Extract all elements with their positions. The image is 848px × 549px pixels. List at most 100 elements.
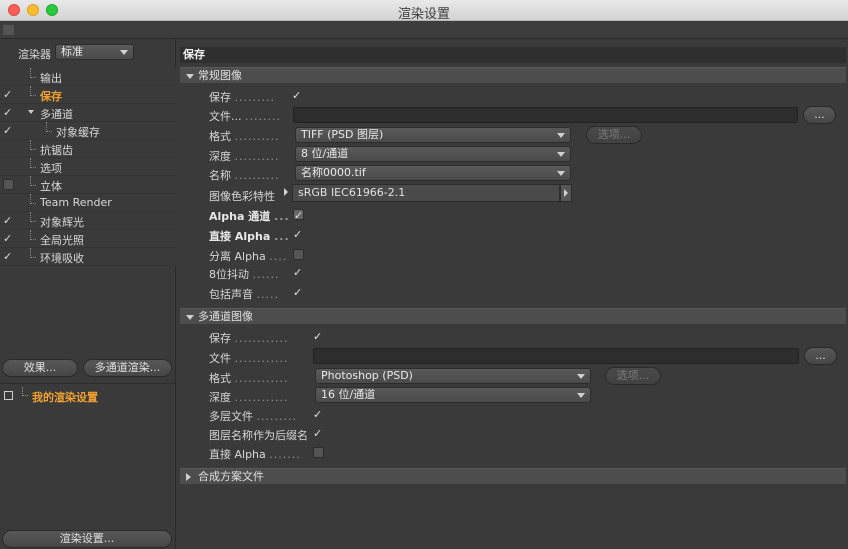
section-composite-file[interactable]: 合成方案文件 <box>180 468 846 484</box>
section-label: 多通道图像 <box>198 310 253 323</box>
multipass-depth-dropdown[interactable]: 16 位/通道 <box>315 387 591 403</box>
regular-save-checkbox[interactable]: ✓ <box>292 90 303 101</box>
multipass-file-input[interactable] <box>313 348 799 364</box>
renderer-label: 渲染器 <box>18 48 51 61</box>
tree-item-label: 保存 <box>40 90 62 103</box>
regular-depth-dropdown[interactable]: 8 位/通道 <box>295 146 571 162</box>
tree-item-label: 环境吸收 <box>40 252 84 265</box>
checkbox-empty[interactable] <box>3 179 14 190</box>
tool-strip <box>0 21 848 39</box>
multipass-save-checkbox[interactable]: ✓ <box>313 331 324 342</box>
section-label: 常规图像 <box>198 69 242 82</box>
regular-separate-alpha-checkbox[interactable] <box>293 249 304 260</box>
render-settings-button[interactable]: 渲染设置... <box>2 530 172 548</box>
regular-alpha-label: Alpha 通道 ... <box>209 210 290 223</box>
regular-format-value: TIFF (PSD 图层) <box>301 128 384 141</box>
regular-sound-checkbox[interactable]: ✓ <box>293 287 304 298</box>
tree-item-antialiasing[interactable]: 抗锯齿 <box>0 140 176 158</box>
regular-profile-label: 图像色彩特性 <box>209 190 275 203</box>
checkmark-icon[interactable]: ✓ <box>3 233 14 244</box>
regular-straight-alpha-label: 直接 Alpha ... <box>209 230 290 243</box>
regular-name-value: 名称0000.tif <box>301 166 366 179</box>
multipass-options-button[interactable]: 选项... <box>605 367 661 385</box>
multipass-render-button[interactable]: 多通道渲染... <box>83 359 172 377</box>
panel-title: 保存 <box>180 47 846 63</box>
multipass-straight-alpha-label: 直接 Alpha ....... <box>209 448 301 461</box>
title-bar: 渲染设置 <box>0 0 848 22</box>
tree-item-multipass[interactable]: ✓ 多通道 <box>0 104 176 122</box>
regular-file-input[interactable] <box>293 107 798 123</box>
multipass-straight-alpha-checkbox[interactable] <box>313 447 324 458</box>
tree-item-global-illumination[interactable]: ✓ 全局光照 <box>0 230 176 248</box>
multipass-save-label: 保存 ............ <box>209 332 289 345</box>
regular-options-button[interactable]: 选项... <box>586 126 642 144</box>
settings-tree: 输出 ✓ 保存 ✓ 多通道 ✓ 对象缓存 抗锯齿 选项 立体 Team Rend… <box>0 68 176 266</box>
tree-item-team-render[interactable]: Team Render <box>0 194 176 212</box>
multipass-depth-label: 深度 ............ <box>209 391 289 404</box>
tree-item-save[interactable]: ✓ 保存 <box>0 86 176 104</box>
regular-format-dropdown[interactable]: TIFF (PSD 图层) <box>295 127 571 143</box>
multipass-suffix-label: 图层名称作为后缀名 <box>209 429 308 442</box>
tree-item-object-glow[interactable]: ✓ 对象辉光 <box>0 212 176 230</box>
tree-item-ambient-occlusion[interactable]: ✓ 环境吸收 <box>0 248 176 266</box>
tree-item-output[interactable]: 输出 <box>0 68 176 86</box>
grip-icon[interactable] <box>3 25 14 35</box>
render-setting-item[interactable]: 我的渲染设置 <box>0 387 176 405</box>
expand-triangle-icon[interactable] <box>28 110 34 114</box>
regular-sound-label: 包括声音 ..... <box>209 288 279 301</box>
regular-browse-button[interactable]: ... <box>803 106 836 124</box>
multipass-browse-button[interactable]: ... <box>804 347 837 365</box>
regular-profile-value: sRGB IEC61966-2.1 <box>298 186 406 199</box>
tree-item-label: 多通道 <box>40 108 73 121</box>
tree-item-label: 立体 <box>40 180 62 193</box>
regular-profile-field[interactable]: sRGB IEC61966-2.1 <box>292 184 560 202</box>
regular-name-dropdown[interactable]: 名称0000.tif <box>295 165 571 181</box>
regular-alpha-checkbox[interactable]: ✓ <box>293 209 304 221</box>
chevron-down-icon <box>120 50 128 55</box>
render-setting-icon <box>4 391 13 400</box>
regular-name-label: 名称 .......... <box>209 169 280 182</box>
tree-item-label: Team Render <box>40 196 112 209</box>
regular-depth-label: 深度 .......... <box>209 150 280 163</box>
regular-dither-label: 8位抖动 ...... <box>209 268 280 281</box>
section-regular-image[interactable]: 常规图像 <box>180 67 846 83</box>
collapse-triangle-icon <box>186 473 191 481</box>
renderer-dropdown[interactable]: 标准 <box>55 44 134 60</box>
tree-item-label: 输出 <box>40 72 62 85</box>
expand-triangle-icon <box>186 315 194 320</box>
render-setting-list: 我的渲染设置 <box>0 383 176 547</box>
checkmark-icon[interactable]: ✓ <box>3 89 14 100</box>
multipass-suffix-checkbox[interactable]: ✓ <box>313 428 324 439</box>
multipass-file-label: 文件 ............ <box>209 352 289 365</box>
regular-save-label: 保存 ......... <box>209 91 275 104</box>
checkmark-icon[interactable]: ✓ <box>3 215 14 226</box>
multipass-layered-checkbox[interactable]: ✓ <box>313 409 324 420</box>
chevron-down-icon <box>557 171 565 176</box>
tree-item-object-buffer[interactable]: ✓ 对象缓存 <box>0 122 176 140</box>
regular-straight-alpha-checkbox[interactable]: ✓ <box>293 229 304 240</box>
regular-depth-value: 8 位/通道 <box>301 147 349 160</box>
multipass-format-label: 格式 ............ <box>209 372 289 385</box>
regular-dither-checkbox[interactable]: ✓ <box>293 267 304 278</box>
multipass-format-dropdown[interactable]: Photoshop (PSD) <box>315 368 591 384</box>
tree-item-options[interactable]: 选项 <box>0 158 176 176</box>
tree-item-stereo[interactable]: 立体 <box>0 176 176 194</box>
checkmark-icon[interactable]: ✓ <box>3 107 14 118</box>
profile-menu-button[interactable] <box>560 184 572 202</box>
effects-button[interactable]: 效果... <box>2 359 78 377</box>
tree-item-label: 全局光照 <box>40 234 84 247</box>
section-label: 合成方案文件 <box>198 470 264 483</box>
checkmark-icon[interactable]: ✓ <box>3 251 14 262</box>
tree-item-label: 对象缓存 <box>56 126 100 139</box>
multipass-depth-value: 16 位/通道 <box>321 388 376 401</box>
regular-file-label: 文件... ........ <box>209 110 281 123</box>
chevron-right-icon <box>564 189 568 197</box>
renderer-value: 标准 <box>61 45 83 58</box>
checkmark-icon[interactable]: ✓ <box>3 125 14 136</box>
tree-item-label: 选项 <box>40 162 62 175</box>
render-setting-label: 我的渲染设置 <box>32 391 98 404</box>
chevron-right-icon[interactable] <box>284 188 288 196</box>
tree-item-label: 对象辉光 <box>40 216 84 229</box>
regular-separate-alpha-label: 分离 Alpha .... <box>209 250 288 263</box>
section-multipass-image[interactable]: 多通道图像 <box>180 308 846 324</box>
